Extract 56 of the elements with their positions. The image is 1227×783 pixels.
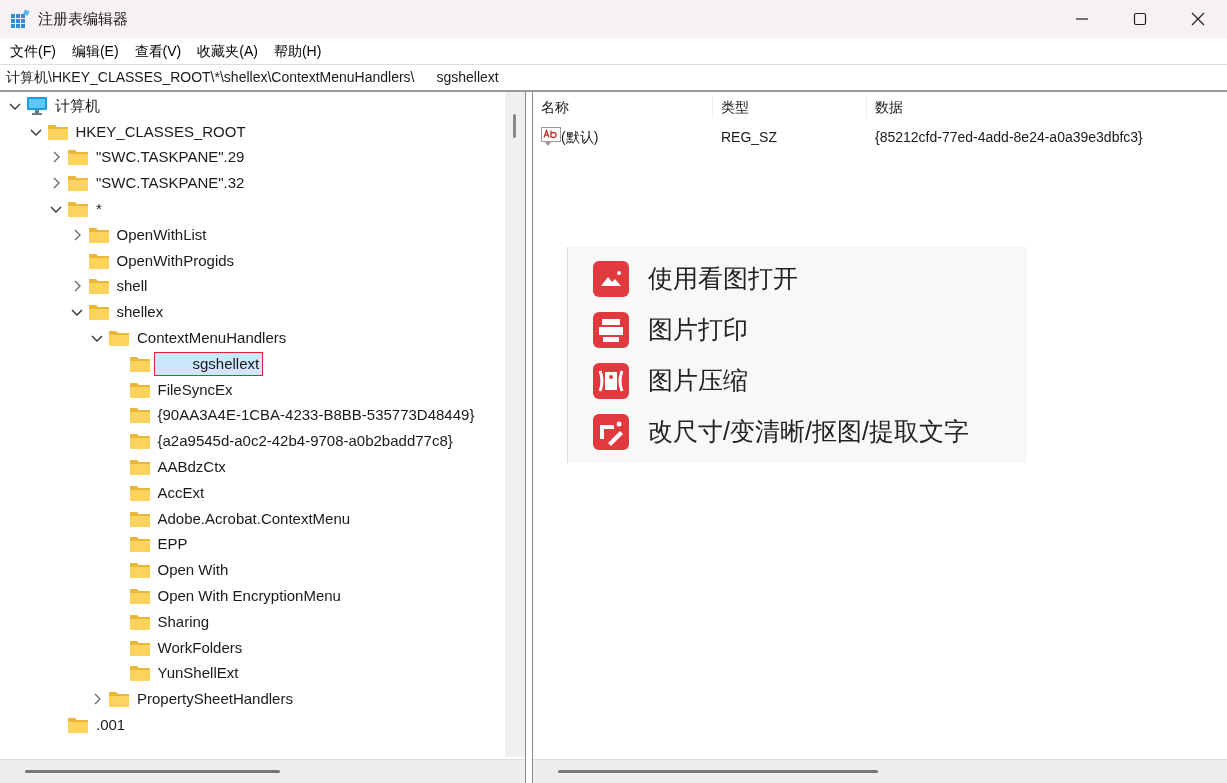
column-header[interactable]: 数据	[875, 98, 903, 115]
menu-item[interactable]: 编辑(E)	[63, 40, 127, 62]
menu-item[interactable]: 查看(V)	[126, 40, 190, 62]
close-icon	[1191, 12, 1205, 26]
computer-icon	[26, 94, 48, 117]
edit-icon	[592, 412, 630, 451]
tree-item[interactable]: AccExt	[153, 480, 209, 505]
tree-item[interactable]: EPP	[153, 532, 192, 557]
value-name[interactable]: (默认)	[561, 126, 599, 148]
tree-item[interactable]: WorkFolders	[153, 635, 247, 660]
tree-item[interactable]: Open With EncryptionMenu	[153, 584, 345, 609]
tree-item[interactable]: shell	[112, 274, 152, 299]
context-menu-item[interactable]: 改尺寸/变清晰/抠图/提取文字	[568, 406, 1027, 457]
string-value-icon	[541, 127, 561, 147]
tree-item[interactable]: "SWC.TASKPANE".29	[92, 145, 249, 170]
address-key: sgshellext	[436, 67, 499, 88]
tree-item[interactable]: OpenWithList	[112, 222, 211, 247]
tree-item[interactable]: Sharing	[153, 609, 214, 634]
column-header[interactable]: 类型	[721, 98, 749, 115]
tree-item[interactable]: "SWC.TASKPANE".32	[92, 171, 249, 196]
horizontal-scrollbar[interactable]	[0, 759, 525, 783]
tree-item[interactable]: Open With	[153, 558, 233, 583]
tree-item[interactable]: .001	[92, 713, 130, 737]
tree-item[interactable]: HKEY_CLASSES_ROOT	[71, 119, 250, 144]
menu-item[interactable]: 帮助(H)	[265, 40, 330, 62]
context-menu-item[interactable]: 图片压缩	[568, 355, 1027, 406]
tree-item[interactable]: shellex	[112, 300, 168, 325]
picture-icon	[592, 259, 630, 298]
column-header[interactable]: 名称	[541, 98, 569, 115]
print-icon	[592, 310, 630, 349]
context-menu-item[interactable]: 使用看图打开	[568, 253, 1027, 304]
tree-item[interactable]: FileSyncEx	[153, 377, 237, 402]
value-data: {85212cfd-77ed-4add-8e24-a0a39e3dbfc3}	[875, 128, 1143, 145]
window-title: 注册表编辑器	[38, 8, 128, 29]
compress-icon	[592, 361, 630, 400]
app-icon	[10, 9, 30, 29]
tree-item[interactable]: *	[92, 197, 106, 222]
value-type: REG_SZ	[721, 128, 777, 145]
tree-item[interactable]: {a2a9545d-a0c2-42b4-9708-a0b2badd77c8}	[153, 429, 457, 454]
menu-item[interactable]: 收藏夹(A)	[189, 40, 266, 62]
address-path: 计算机\HKEY_CLASSES_ROOT\*\shellex\ContextMenuHandlers\	[6, 68, 415, 87]
context-menu-item[interactable]: 图片打印	[568, 304, 1027, 355]
tree-item[interactable]: YunShellExt	[153, 661, 243, 686]
horizontal-scrollbar[interactable]	[533, 759, 1227, 783]
tree-item[interactable]: AABdzCtx	[153, 455, 230, 480]
tree-item[interactable]: ContextMenuHandlers	[133, 326, 291, 351]
tree-item[interactable]: Adobe.Acrobat.ContextMenu	[153, 506, 355, 531]
maximize-icon	[1133, 12, 1147, 26]
tree-item[interactable]: 计算机	[51, 93, 104, 118]
tree-item[interactable]: OpenWithProgids	[112, 248, 239, 273]
tree-item[interactable]: sgshellext	[153, 351, 264, 376]
address-bar[interactable]: 计算机\HKEY_CLASSES_ROOT\*\shellex\ContextMenuHandlers\ sgshellext	[0, 64, 1227, 92]
vertical-scrollbar[interactable]	[505, 92, 525, 757]
tree-item[interactable]: PropertySheetHandlers	[133, 687, 297, 712]
menu-item[interactable]: 文件(F)	[2, 40, 64, 62]
tree-item[interactable]: {90AA3A4E-1CBA-4233-B8BB-535773D48449}	[153, 403, 479, 428]
